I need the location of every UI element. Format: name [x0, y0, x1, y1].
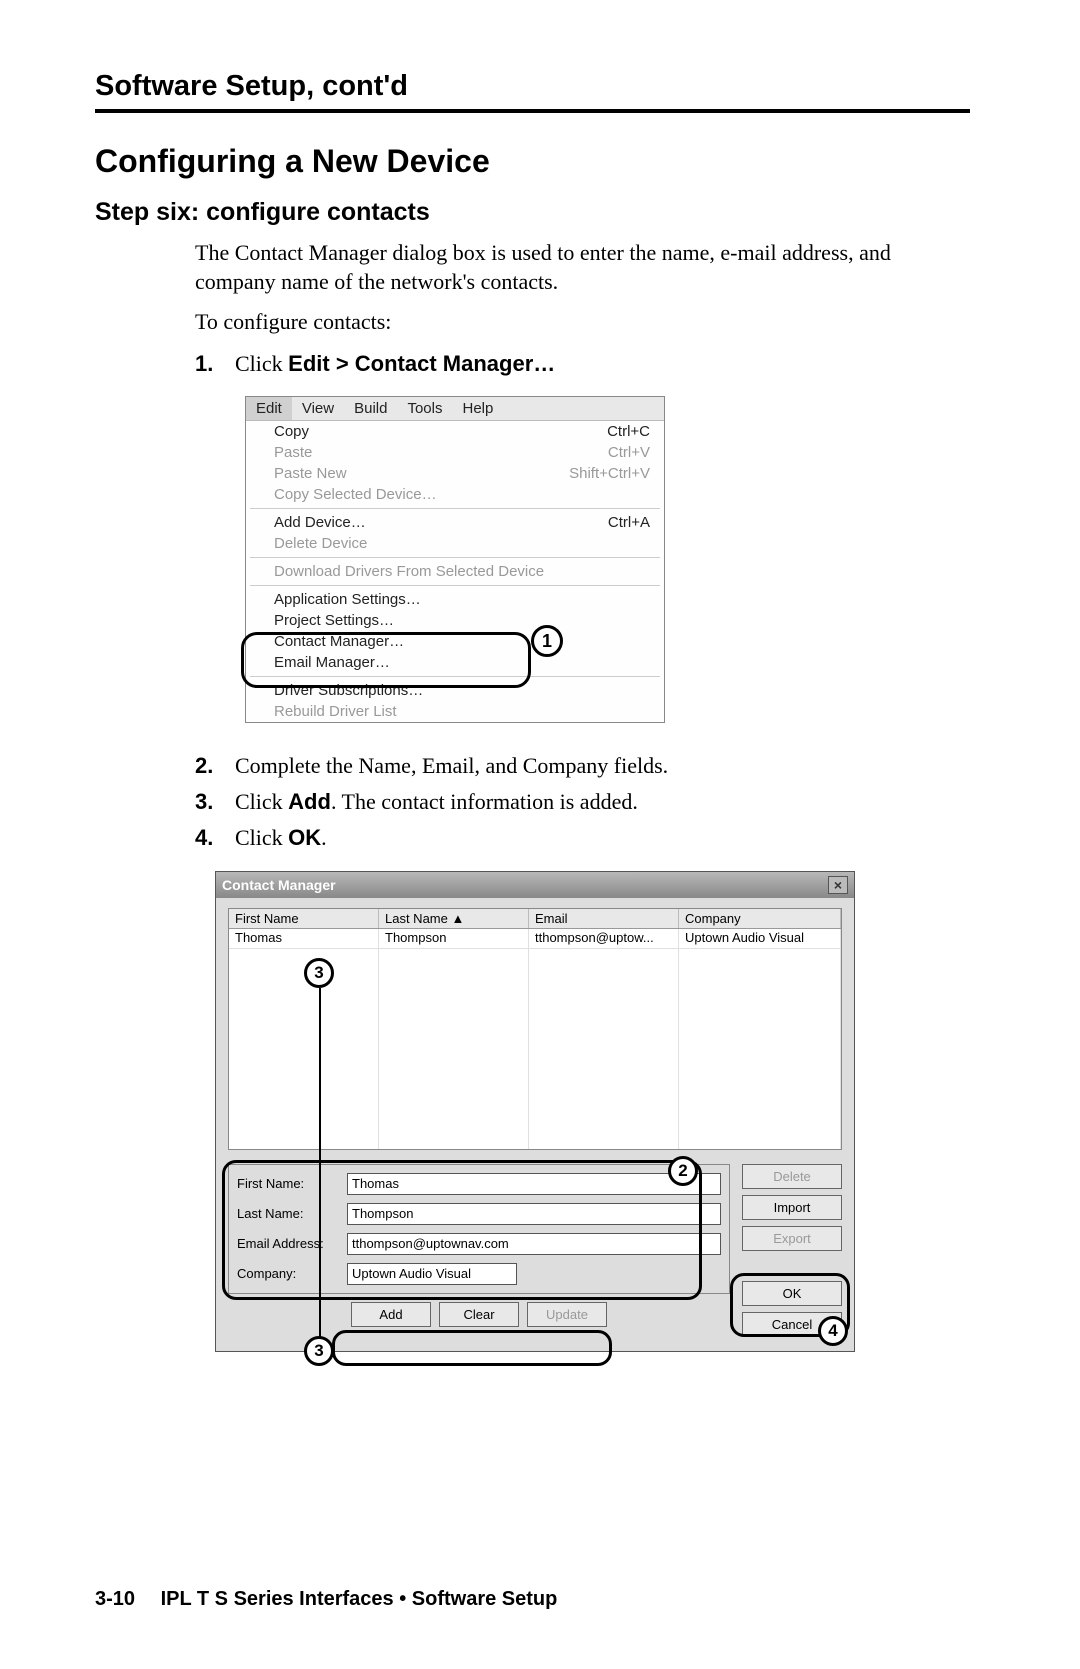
menu-item-contact-manager[interactable]: Contact Manager…: [246, 631, 664, 652]
add-button[interactable]: Add: [351, 1302, 431, 1327]
menu-item-download-drivers[interactable]: Download Drivers From Selected Device: [246, 561, 664, 582]
menu-item-email-manager[interactable]: Email Manager…: [246, 652, 664, 673]
footer-text: IPL T S Series Interfaces • Software Set…: [161, 1588, 558, 1610]
step-text: Click Edit > Contact Manager…: [235, 349, 970, 379]
label-company: Company:: [237, 1266, 347, 1281]
menu-item-add-device[interactable]: Add Device…Ctrl+A: [246, 512, 664, 533]
menu-edit[interactable]: Edit: [246, 397, 292, 420]
page-number: 3-10: [95, 1588, 135, 1610]
menu-view[interactable]: View: [292, 397, 344, 420]
clear-button[interactable]: Clear: [439, 1302, 519, 1327]
edit-menu-screenshot: Edit View Build Tools Help CopyCtrl+C Pa…: [245, 396, 665, 723]
contacts-grid: First Name Last Name ▲ Email Company Tho…: [228, 908, 842, 1150]
column-last-name[interactable]: Last Name ▲: [379, 909, 529, 928]
menu-item-copy[interactable]: CopyCtrl+C: [246, 421, 664, 442]
step-number: 4.: [195, 823, 235, 853]
column-email[interactable]: Email: [529, 909, 679, 928]
intro-paragraph-2: To configure contacts:: [195, 308, 970, 337]
dialog-title: Contact Manager: [222, 877, 336, 893]
column-first-name[interactable]: First Name: [229, 909, 379, 928]
step-text: Complete the Name, Email, and Company fi…: [235, 751, 970, 781]
contact-entry-form: First Name: Thomas Last Name: Thompson E…: [228, 1164, 730, 1294]
contact-manager-dialog: Contact Manager × First Name Last Name ▲…: [215, 871, 855, 1352]
column-company[interactable]: Company: [679, 909, 841, 928]
last-name-field[interactable]: Thompson: [347, 1203, 721, 1225]
menu-build[interactable]: Build: [344, 397, 397, 420]
close-button[interactable]: ×: [828, 876, 848, 894]
dialog-titlebar: Contact Manager ×: [216, 872, 854, 898]
table-row[interactable]: Thomas Thompson tthompson@uptow... Uptow…: [229, 929, 841, 949]
menu-item-app-settings[interactable]: Application Settings…: [246, 589, 664, 610]
intro-paragraph-1: The Contact Manager dialog box is used t…: [195, 239, 970, 296]
company-field[interactable]: Uptown Audio Visual: [347, 1263, 517, 1285]
step-number: 1.: [195, 349, 235, 379]
label-last-name: Last Name:: [237, 1206, 347, 1221]
menu-item-rebuild-drivers[interactable]: Rebuild Driver List: [246, 701, 664, 722]
delete-button[interactable]: Delete: [742, 1164, 842, 1189]
step-text: Click OK.: [235, 823, 970, 853]
email-field[interactable]: tthompson@uptownav.com: [347, 1233, 721, 1255]
grid-empty-area: [229, 949, 841, 1149]
menu-item-project-settings[interactable]: Project Settings…: [246, 610, 664, 631]
update-button[interactable]: Update: [527, 1302, 607, 1327]
heading-step-six: Step six: configure contacts: [95, 198, 970, 227]
first-name-field[interactable]: Thomas: [347, 1173, 721, 1195]
label-first-name: First Name:: [237, 1176, 347, 1191]
menu-item-paste[interactable]: PasteCtrl+V: [246, 442, 664, 463]
menu-item-paste-new[interactable]: Paste NewShift+Ctrl+V: [246, 463, 664, 484]
step-number: 2.: [195, 751, 235, 781]
export-button[interactable]: Export: [742, 1226, 842, 1251]
menu-item-driver-subs[interactable]: Driver Subscriptions…: [246, 680, 664, 701]
step-text: Click Add. The contact information is ad…: [235, 787, 970, 817]
import-button[interactable]: Import: [742, 1195, 842, 1220]
menu-tools[interactable]: Tools: [397, 397, 452, 420]
menu-item-copy-selected[interactable]: Copy Selected Device…: [246, 484, 664, 505]
menu-item-delete-device[interactable]: Delete Device: [246, 533, 664, 554]
ok-button[interactable]: OK: [742, 1281, 842, 1306]
menu-help[interactable]: Help: [453, 397, 504, 420]
label-email: Email Address:: [237, 1236, 347, 1251]
heading-configure-device: Configuring a New Device: [95, 143, 970, 180]
menu-bar: Edit View Build Tools Help: [246, 397, 664, 421]
sort-icon: ▲: [452, 911, 465, 926]
cancel-button[interactable]: Cancel: [742, 1312, 842, 1337]
callout-circle-3b: 3: [304, 1336, 334, 1366]
section-header: Software Setup, cont'd: [95, 70, 970, 113]
step-number: 3.: [195, 787, 235, 817]
page-footer: 3-10 IPL T S Series Interfaces • Softwar…: [95, 1588, 557, 1611]
